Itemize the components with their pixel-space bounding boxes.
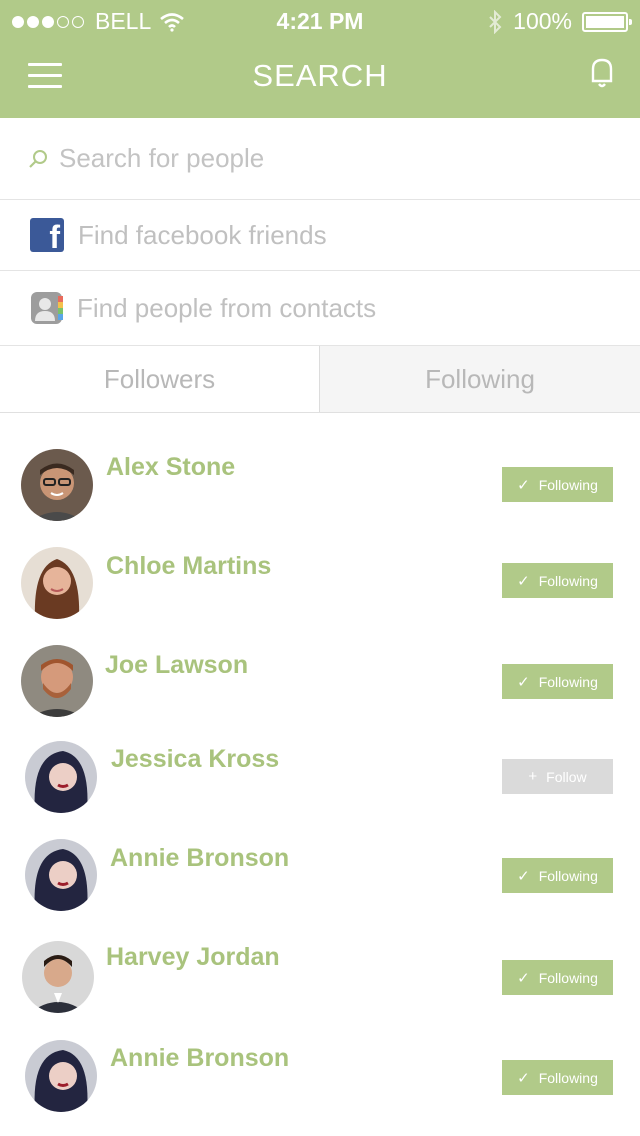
follow-tabs: Followers Following xyxy=(0,346,640,413)
status-bar: BELL 4:21 PM 100% xyxy=(0,0,640,40)
follow-button-label: Follow xyxy=(546,768,587,785)
check-icon: ✓ xyxy=(517,969,530,987)
battery-icon xyxy=(582,11,632,32)
avatar xyxy=(21,645,93,717)
search-input[interactable] xyxy=(59,143,619,174)
facebook-icon: f xyxy=(30,218,64,252)
user-name: Annie Bronson xyxy=(110,844,290,872)
follow-button[interactable]: + Follow xyxy=(502,759,613,794)
user-name: Annie Bronson xyxy=(110,1044,290,1072)
contacts-icon xyxy=(31,292,63,324)
bluetooth-icon xyxy=(489,9,502,34)
following-button-label: Following xyxy=(538,969,598,986)
check-icon: ✓ xyxy=(517,572,530,590)
app-header: BELL 4:21 PM 100% SEARCH xyxy=(0,0,640,118)
user-name: Joe Lawson xyxy=(105,651,249,679)
following-button[interactable]: ✓ Following xyxy=(502,563,613,598)
following-button[interactable]: ✓ Following xyxy=(502,467,613,502)
avatar xyxy=(21,449,93,521)
page-title: SEARCH xyxy=(252,58,388,93)
following-button-label: Following xyxy=(538,867,598,884)
user-name: Alex Stone xyxy=(106,453,236,481)
following-button[interactable]: ✓ Following xyxy=(502,1060,613,1095)
following-button-label: Following xyxy=(538,476,598,493)
following-button-label: Following xyxy=(538,673,598,690)
battery-percent: 100% xyxy=(513,8,572,34)
avatar xyxy=(25,839,97,911)
status-right: 100% xyxy=(487,8,632,35)
user-name: Harvey Jordan xyxy=(106,943,280,971)
avatar xyxy=(21,547,93,619)
plus-icon: + xyxy=(528,768,538,785)
search-bar xyxy=(0,118,640,200)
avatar xyxy=(25,1040,97,1112)
avatar xyxy=(25,741,97,813)
following-button-label: Following xyxy=(538,1069,598,1086)
avatar xyxy=(22,941,94,1013)
following-button-label: Following xyxy=(538,572,598,589)
check-icon: ✓ xyxy=(517,1069,530,1087)
user-name: Chloe Martins xyxy=(106,552,272,580)
check-icon: ✓ xyxy=(517,476,530,494)
tab-following[interactable]: Following xyxy=(319,346,640,412)
find-contacts[interactable]: Find people from contacts xyxy=(0,271,640,346)
find-facebook-friends[interactable]: f Find facebook friends xyxy=(0,200,640,271)
user-name: Jessica Kross xyxy=(111,745,280,773)
following-button[interactable]: ✓ Following xyxy=(502,664,613,699)
following-button[interactable]: ✓ Following xyxy=(502,858,613,893)
search-icon xyxy=(29,149,47,168)
bell-icon[interactable] xyxy=(588,56,616,90)
tab-followers[interactable]: Followers xyxy=(0,346,319,412)
contacts-option-label: Find people from contacts xyxy=(77,292,377,323)
facebook-option-label: Find facebook friends xyxy=(78,219,327,250)
check-icon: ✓ xyxy=(517,867,530,885)
check-icon: ✓ xyxy=(517,673,530,691)
following-button[interactable]: ✓ Following xyxy=(502,960,613,995)
nav-bar: SEARCH xyxy=(0,40,640,118)
